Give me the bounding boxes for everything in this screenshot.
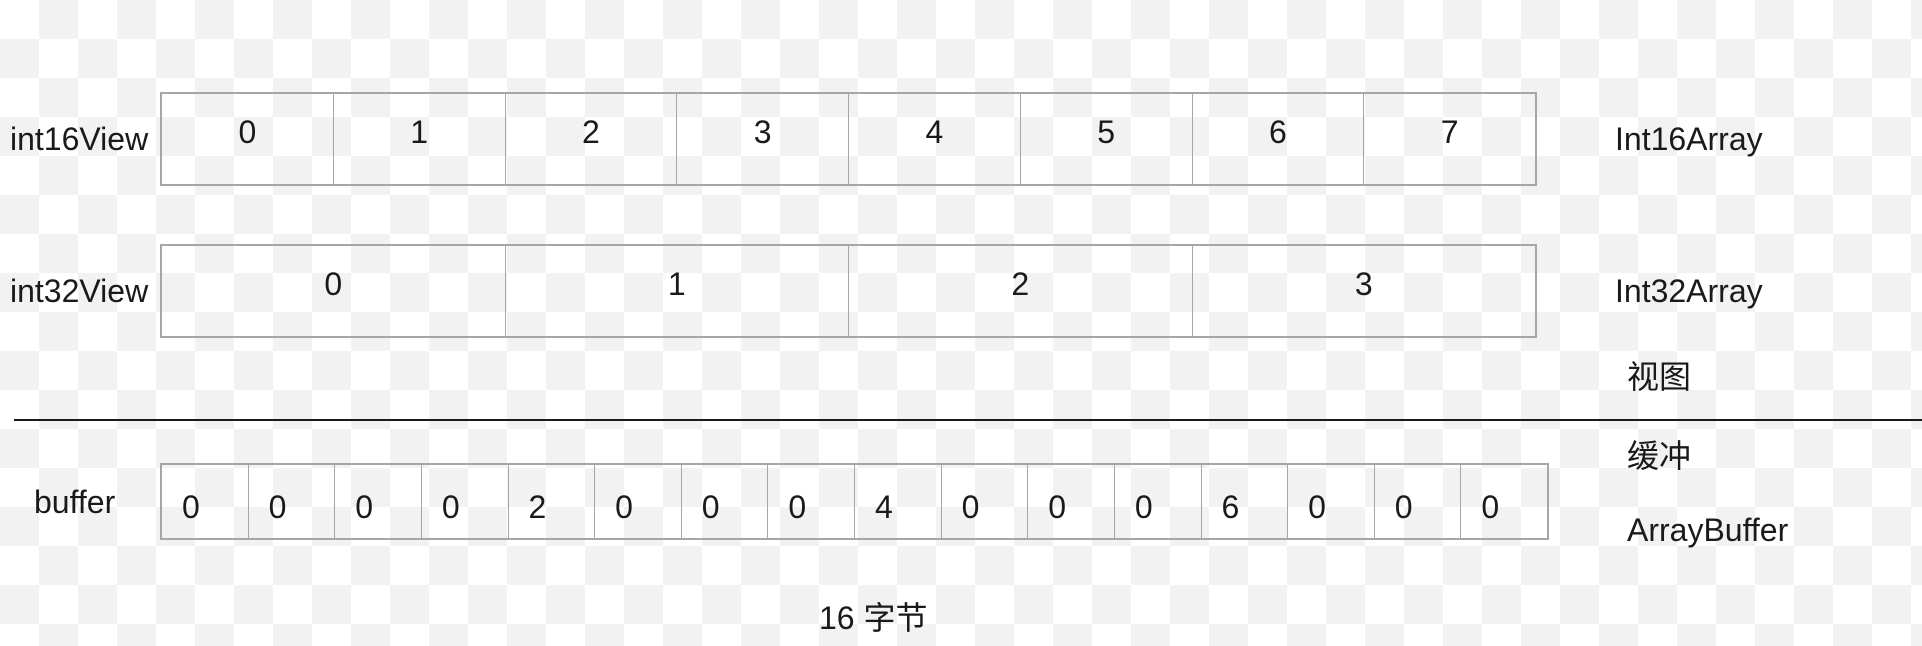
- int16-cell: 0: [162, 94, 334, 184]
- int32-cell: 0: [162, 246, 506, 336]
- buffer-byte-cell: 0: [768, 465, 855, 538]
- buffer-byte-cell: 0: [162, 465, 249, 538]
- int16-array-type-label: Int16Array: [1615, 121, 1763, 157]
- buffer-byte-cell: 0: [942, 465, 1029, 538]
- int32-cell: 3: [1354, 266, 1373, 302]
- int32-cell: 2: [849, 246, 1193, 336]
- int16-view-row: 0 1 2 3 4 5 6 7: [160, 92, 1537, 186]
- buffer-byte-cell: 0: [595, 465, 682, 538]
- buffer-byte-cell: 2: [509, 465, 596, 538]
- buffer-byte-cell: 0: [1115, 465, 1202, 538]
- buffer-byte-cell: 0: [335, 465, 422, 538]
- int16-cell: 6: [1193, 94, 1365, 184]
- buffer-section-label: 缓冲: [1627, 438, 1692, 474]
- int32-array-type-label: Int32Array: [1615, 273, 1763, 309]
- int16-view-label: int16View: [10, 121, 149, 157]
- int16-cell: 7: [1440, 114, 1459, 150]
- buffer-label: buffer: [34, 484, 116, 520]
- buffer-byte-cell: 0: [249, 465, 336, 538]
- int16-cell: 3: [677, 94, 849, 184]
- int32-cell: 1: [506, 246, 849, 336]
- buffer-row: 0 0 0 0 2 0 0 0 4 0 0 0 6 0 0 0: [160, 463, 1549, 540]
- section-divider: [14, 419, 1922, 421]
- int32-view-row: 0 1 2 3: [160, 244, 1537, 338]
- int16-cell: 1: [334, 94, 506, 184]
- buffer-byte-cell: 0: [1028, 465, 1115, 538]
- buffer-byte-cell: 0: [1375, 465, 1462, 538]
- buffer-byte-cell: 6: [1202, 465, 1289, 538]
- int16-cell: 4: [849, 94, 1021, 184]
- int32-view-label: int32View: [10, 273, 149, 309]
- view-section-label: 视图: [1627, 359, 1692, 395]
- buffer-byte-cell: 4: [855, 465, 942, 538]
- buffer-byte-cell: 0: [1288, 465, 1375, 538]
- array-buffer-type-label: ArrayBuffer: [1627, 512, 1789, 548]
- buffer-byte-cell: 0: [1481, 489, 1500, 525]
- buffer-byte-cell: 0: [682, 465, 769, 538]
- int16-cell: 2: [506, 94, 678, 184]
- byte-size-label: 16 字节: [819, 600, 928, 636]
- buffer-byte-cell: 0: [422, 465, 509, 538]
- int16-cell: 5: [1021, 94, 1193, 184]
